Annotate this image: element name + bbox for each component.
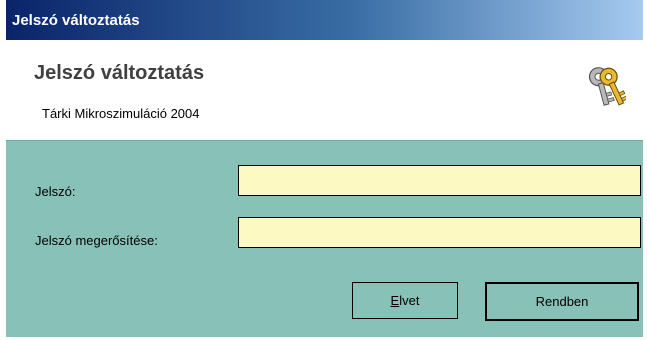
form-panel: Jelszó: Jelszó megerősítése: Elvet Rendb… (6, 140, 643, 337)
header-title: Jelszó változtatás (34, 62, 205, 84)
title-bar[interactable]: Jelszó változtatás (6, 0, 643, 40)
confirm-password-input[interactable] (238, 217, 641, 248)
password-change-dialog: Jelszó változtatás Jelszó változtatás Tá… (0, 0, 647, 340)
dialog-header: Jelszó változtatás Tárki Mikroszimuláció… (6, 40, 643, 140)
password-input[interactable] (238, 165, 641, 196)
confirm-password-label: Jelszó megerősítése: (35, 233, 158, 248)
header-subtitle: Tárki Mikroszimuláció 2004 (42, 106, 200, 121)
password-label: Jelszó: (35, 184, 76, 199)
keys-icon (588, 67, 626, 106)
cancel-button[interactable]: Elvet (352, 282, 458, 319)
ok-button[interactable]: Rendben (485, 282, 639, 321)
ok-button-label: Rendben (535, 294, 589, 309)
cancel-button-accel: E (390, 293, 400, 308)
window-title: Jelszó változtatás (12, 11, 140, 29)
cancel-button-label: lvet (399, 293, 420, 308)
